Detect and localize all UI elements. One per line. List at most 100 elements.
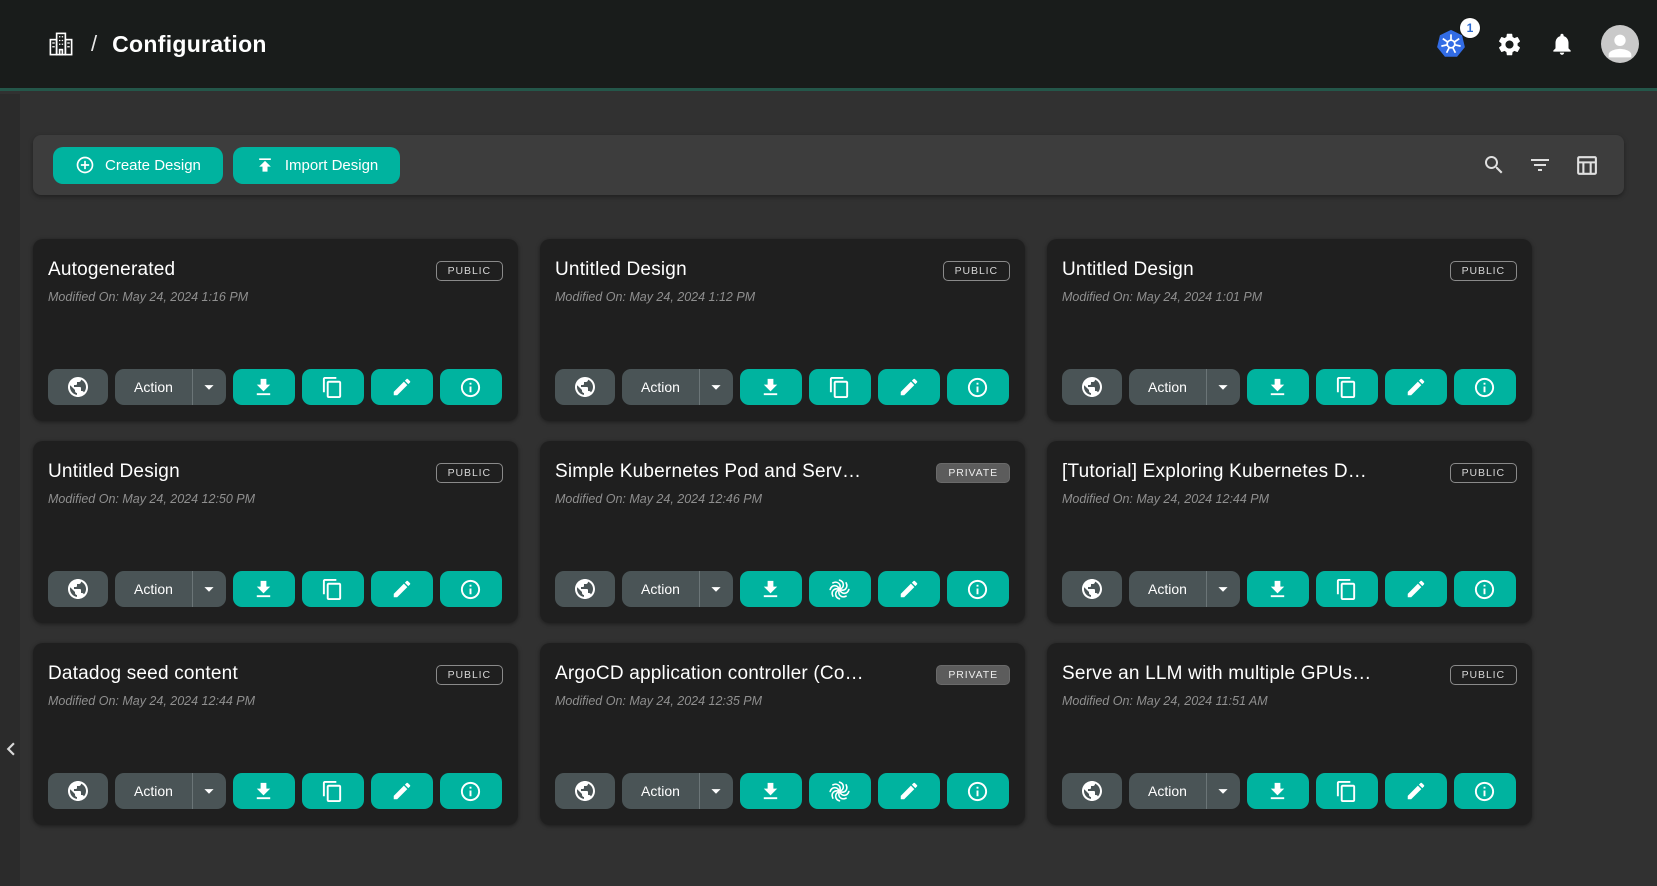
design-card: Serve an LLM with multiple GPUs… PUBLIC … — [1047, 643, 1532, 825]
visibility-globe-button[interactable] — [48, 369, 108, 405]
visibility-globe-button[interactable] — [555, 773, 615, 809]
edit-button[interactable] — [371, 773, 433, 809]
clone-button[interactable] — [302, 773, 364, 809]
edit-button[interactable] — [1385, 369, 1447, 405]
download-button[interactable] — [233, 773, 295, 809]
filter-button[interactable] — [1525, 150, 1555, 180]
notifications-button[interactable] — [1549, 31, 1575, 57]
globe-icon — [573, 779, 597, 803]
clone-button[interactable] — [1316, 571, 1378, 607]
action-button[interactable]: Action — [1129, 773, 1206, 809]
visibility-globe-button[interactable] — [1062, 773, 1122, 809]
copy-icon — [1335, 780, 1358, 803]
visibility-globe-button[interactable] — [48, 773, 108, 809]
action-dropdown-button[interactable] — [700, 571, 733, 607]
design-title: Untitled Design — [555, 259, 687, 281]
info-button[interactable] — [440, 369, 502, 405]
action-split-button: Action — [1129, 369, 1240, 405]
info-button[interactable] — [440, 773, 502, 809]
action-button[interactable]: Action — [622, 369, 699, 405]
settings-button[interactable] — [1496, 31, 1523, 58]
download-button[interactable] — [740, 773, 802, 809]
copy-icon — [321, 780, 344, 803]
edit-button[interactable] — [1385, 571, 1447, 607]
action-dropdown-button[interactable] — [700, 773, 733, 809]
clone-button[interactable] — [809, 369, 871, 405]
info-button[interactable] — [947, 369, 1009, 405]
visibility-globe-button[interactable] — [1062, 369, 1122, 405]
action-button[interactable]: Action — [115, 773, 192, 809]
action-dropdown-button[interactable] — [193, 773, 226, 809]
copy-icon — [828, 376, 851, 399]
edit-button[interactable] — [878, 773, 940, 809]
visibility-globe-button[interactable] — [555, 369, 615, 405]
info-button[interactable] — [947, 571, 1009, 607]
globe-icon — [1080, 779, 1104, 803]
info-icon — [1473, 578, 1496, 601]
visibility-globe-button[interactable] — [1062, 571, 1122, 607]
import-design-button[interactable]: Import Design — [233, 147, 400, 184]
designs-toolbar: Create Design Import Design — [33, 135, 1624, 195]
edit-button[interactable] — [371, 571, 433, 607]
clone-button[interactable] — [302, 369, 364, 405]
table-view-button[interactable] — [1571, 150, 1602, 181]
visibility-globe-button[interactable] — [48, 571, 108, 607]
spiral-icon — [827, 779, 852, 804]
action-button[interactable]: Action — [115, 369, 192, 405]
clone-button[interactable] — [1316, 369, 1378, 405]
info-button[interactable] — [947, 773, 1009, 809]
download-icon — [252, 578, 275, 601]
action-button[interactable]: Action — [622, 571, 699, 607]
avatar[interactable] — [1601, 25, 1639, 63]
download-button[interactable] — [740, 571, 802, 607]
action-button[interactable]: Action — [115, 571, 192, 607]
action-button[interactable]: Action — [622, 773, 699, 809]
action-dropdown-button[interactable] — [700, 369, 733, 405]
info-button[interactable] — [1454, 571, 1516, 607]
spiral-icon — [827, 577, 852, 602]
info-button[interactable] — [1454, 773, 1516, 809]
clone-button[interactable] — [809, 773, 871, 809]
download-icon — [759, 780, 782, 803]
clone-button[interactable] — [1316, 773, 1378, 809]
download-button[interactable] — [740, 369, 802, 405]
visibility-badge: PUBLIC — [1450, 463, 1517, 483]
edit-button[interactable] — [1385, 773, 1447, 809]
edit-icon — [1405, 780, 1427, 802]
design-card: ArgoCD application controller (Co… PRIVA… — [540, 643, 1025, 825]
design-card: Autogenerated PUBLIC Modified On: May 24… — [33, 239, 518, 421]
building-icon[interactable] — [46, 29, 76, 59]
action-button[interactable]: Action — [1129, 369, 1206, 405]
edit-icon — [391, 376, 413, 398]
drawer-collapse-button[interactable] — [0, 733, 22, 765]
action-dropdown-button[interactable] — [1207, 369, 1240, 405]
info-icon — [459, 376, 482, 399]
action-dropdown-button[interactable] — [1207, 571, 1240, 607]
edit-button[interactable] — [878, 369, 940, 405]
download-button[interactable] — [1247, 369, 1309, 405]
kubernetes-count-badge: 1 — [1460, 18, 1480, 38]
download-button[interactable] — [233, 571, 295, 607]
edit-button[interactable] — [371, 369, 433, 405]
info-button[interactable] — [440, 571, 502, 607]
edit-button[interactable] — [878, 571, 940, 607]
action-dropdown-button[interactable] — [1207, 773, 1240, 809]
action-button[interactable]: Action — [1129, 571, 1206, 607]
info-button[interactable] — [1454, 369, 1516, 405]
visibility-badge: PUBLIC — [436, 463, 503, 483]
design-card: Untitled Design PUBLIC Modified On: May … — [540, 239, 1025, 421]
search-button[interactable] — [1479, 150, 1509, 180]
create-design-button[interactable]: Create Design — [53, 147, 223, 184]
download-button[interactable] — [233, 369, 295, 405]
action-dropdown-button[interactable] — [193, 369, 226, 405]
chevron-down-icon — [198, 780, 220, 802]
action-dropdown-button[interactable] — [193, 571, 226, 607]
breadcrumb: / Configuration — [46, 29, 267, 59]
clone-button[interactable] — [809, 571, 871, 607]
download-button[interactable] — [1247, 773, 1309, 809]
action-split-button: Action — [115, 773, 226, 809]
kubernetes-status-button[interactable]: 1 — [1432, 26, 1470, 62]
download-button[interactable] — [1247, 571, 1309, 607]
clone-button[interactable] — [302, 571, 364, 607]
visibility-globe-button[interactable] — [555, 571, 615, 607]
